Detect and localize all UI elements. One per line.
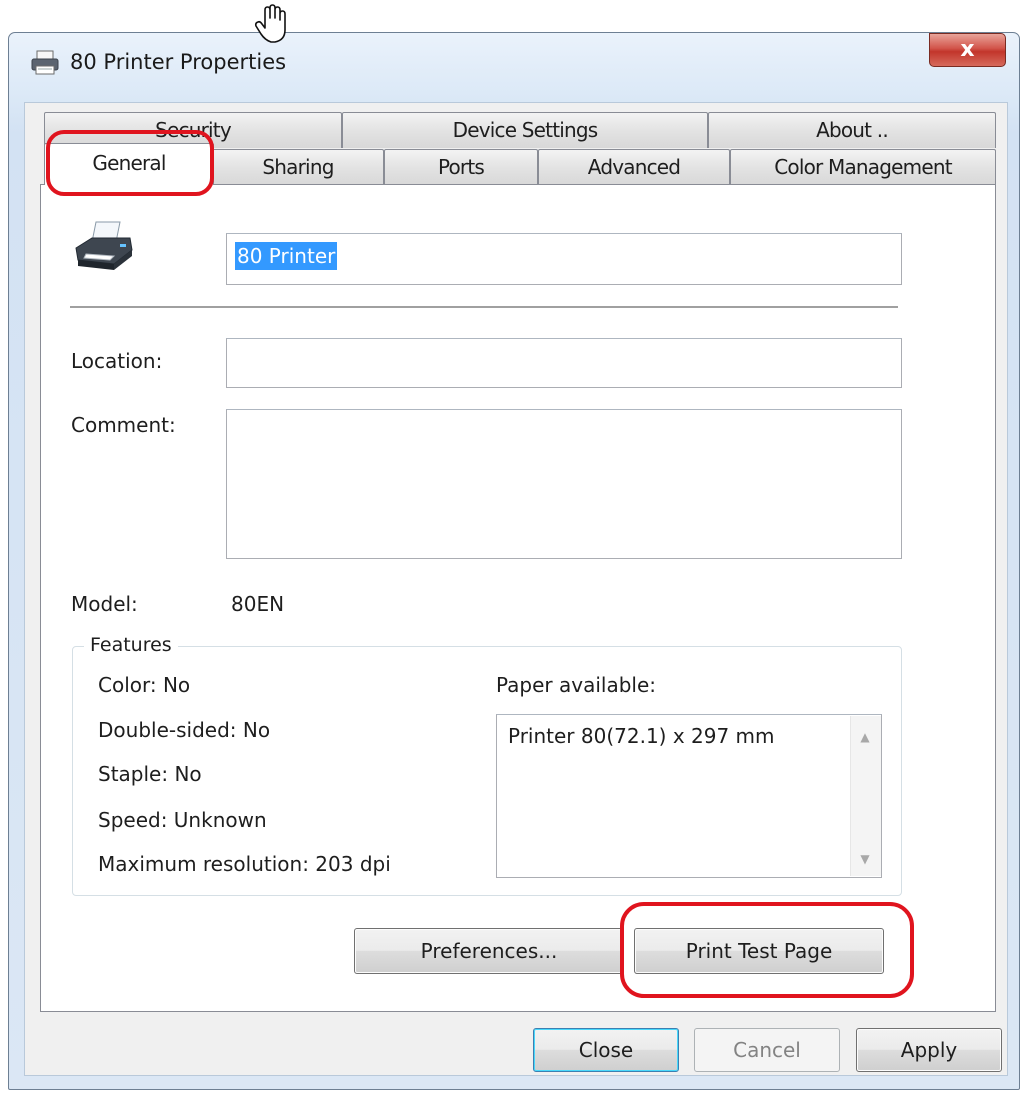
comment-field[interactable] — [226, 409, 902, 559]
comment-label: Comment: — [71, 413, 176, 437]
close-button[interactable]: Close — [533, 1028, 679, 1072]
tab-advanced[interactable]: Advanced — [538, 149, 730, 185]
feature-color: Color: No — [98, 673, 191, 697]
printer-icon — [31, 50, 59, 75]
tab-label: Advanced — [587, 155, 681, 179]
paper-available-label: Paper available: — [496, 673, 657, 697]
printer-name-text: 80 Printer — [235, 242, 338, 270]
tab-label: Ports — [437, 155, 485, 179]
feature-speed: Speed: Unknown — [98, 808, 267, 832]
hand-cursor-icon — [254, 4, 286, 43]
feature-double-sided: Double-sided: No — [98, 718, 271, 742]
apply-button[interactable]: Apply — [856, 1028, 1002, 1072]
model-value: 80EN — [231, 592, 285, 616]
window-close-button[interactable]: x — [929, 33, 1006, 67]
tab-sharing[interactable]: Sharing — [212, 149, 384, 185]
feature-max-resolution: Maximum resolution: 203 dpi — [98, 852, 391, 876]
scroll-down-icon[interactable]: ▼ — [850, 848, 880, 870]
tab-ports[interactable]: Ports — [384, 149, 538, 185]
window-title: 80 Printer Properties — [70, 50, 287, 74]
location-label: Location: — [71, 349, 163, 373]
tab-label: Security — [155, 118, 232, 142]
tab-about[interactable]: About .. — [708, 112, 996, 148]
tab-device-settings[interactable]: Device Settings — [342, 112, 708, 148]
cancel-button[interactable]: Cancel — [694, 1028, 840, 1072]
scroll-up-icon[interactable]: ▲ — [850, 726, 880, 748]
features-title: Features — [84, 634, 178, 656]
list-item[interactable]: Printer 80(72.1) x 297 mm — [508, 724, 775, 748]
model-label: Model: — [71, 592, 138, 616]
tab-label: About .. — [816, 118, 889, 142]
tab-label: Color Management — [774, 155, 952, 179]
preferences-button[interactable]: Preferences... — [354, 928, 624, 974]
tab-label: General — [92, 151, 166, 175]
tab-general[interactable]: General — [44, 143, 214, 185]
tab-label: Device Settings — [452, 118, 599, 142]
print-test-page-button[interactable]: Print Test Page — [634, 928, 884, 974]
divider — [70, 306, 898, 309]
tab-color-management[interactable]: Color Management — [730, 149, 996, 185]
location-field[interactable] — [226, 338, 902, 388]
tab-label: Sharing — [262, 155, 334, 179]
close-icon: x — [960, 37, 975, 62]
printer-icon — [75, 221, 133, 270]
feature-staple: Staple: No — [98, 762, 202, 786]
